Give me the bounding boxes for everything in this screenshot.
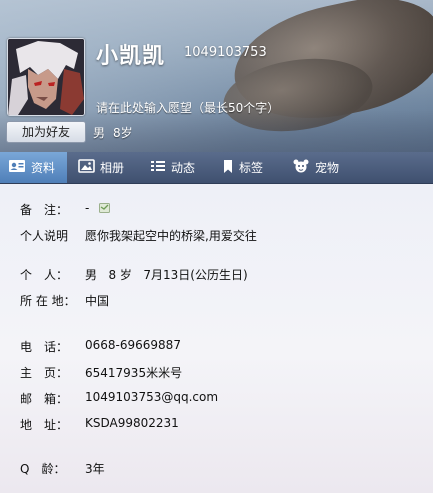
tab-bar: 资料 相册 动态 标签 宠物: [0, 152, 433, 184]
tab-pets[interactable]: 宠物: [292, 152, 339, 183]
remark-label: 备 注：: [20, 203, 69, 217]
homepage-label: 主 页：: [20, 366, 69, 380]
nickname: 小凯凯: [96, 44, 166, 69]
tab-label: 动态: [171, 161, 196, 175]
personal-gender: 男: [85, 268, 98, 282]
photo-icon: [78, 159, 95, 176]
email-label: 邮 箱：: [20, 392, 69, 406]
qq-number: 1049103753: [184, 45, 267, 60]
tab-album[interactable]: 相册: [78, 152, 124, 183]
pet-icon: [292, 158, 310, 177]
address-value: KSDA99802231: [85, 416, 179, 430]
profile-summary: 男 8岁: [93, 124, 141, 141]
address-label: 地 址：: [20, 418, 69, 432]
tab-tags[interactable]: 标签: [222, 152, 263, 183]
wish-input[interactable]: 请在此处输入愿望（最长50个字）: [96, 99, 279, 116]
avatar[interactable]: [7, 38, 85, 116]
location-label: 所 在 地：: [20, 294, 76, 308]
qq-age-label: Q 龄：: [20, 462, 66, 476]
personal-birthday: 7月13日(公历生日): [143, 268, 248, 282]
email-value[interactable]: 1049103753@qq.com: [85, 390, 218, 404]
qq-age-value: 3年: [85, 462, 105, 476]
tab-label: 相册: [100, 161, 125, 175]
gender: 男: [93, 126, 106, 140]
profile-info-panel: 备 注： - 个人说明 愿你我架起空中的桥梁,用爱交往 个 人： 男 8 岁 7…: [0, 184, 433, 493]
personal-label: 个 人：: [20, 268, 69, 282]
age: 8岁: [113, 126, 133, 140]
tab-label: 宠物: [315, 161, 340, 175]
remark-value: -: [85, 201, 90, 215]
tab-label: 标签: [239, 161, 264, 175]
tab-profile[interactable]: 资料: [0, 152, 67, 183]
personal-age: 8 岁: [108, 268, 132, 282]
description-label: 个人说明: [20, 229, 69, 243]
tab-label: 资料: [31, 161, 56, 175]
location-value: 中国: [85, 294, 110, 308]
feed-list-icon: [150, 159, 166, 176]
tab-feed[interactable]: 动态: [150, 152, 195, 183]
add-friend-button[interactable]: 加为好友: [6, 121, 86, 143]
phone-value: 0668-69669887: [85, 338, 181, 352]
homepage-value[interactable]: 65417935米米号: [85, 364, 182, 381]
id-card-icon: [8, 159, 26, 176]
edit-note-icon[interactable]: [99, 202, 111, 214]
phone-label: 电 话：: [20, 340, 69, 354]
bookmark-icon: [222, 159, 234, 177]
description-value: 愿你我架起空中的桥梁,用爱交往: [85, 229, 257, 243]
